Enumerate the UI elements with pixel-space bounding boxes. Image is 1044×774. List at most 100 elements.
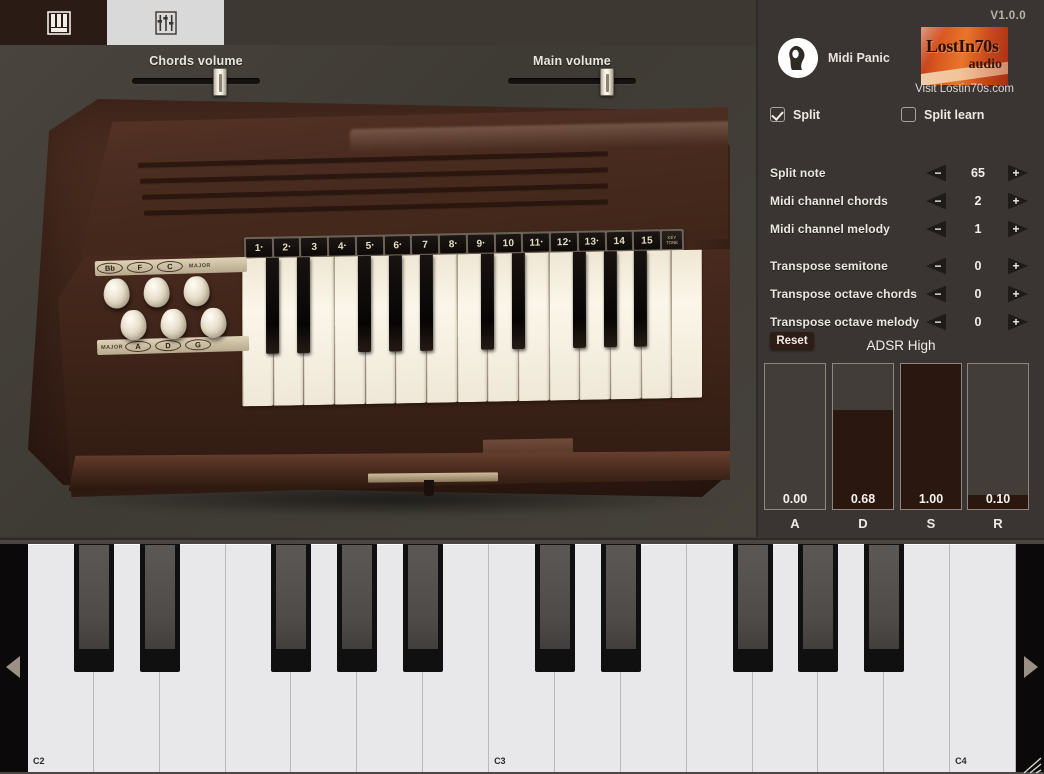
- white-key[interactable]: C4: [950, 544, 1016, 772]
- organ-tab-2[interactable]: 2 •: [273, 238, 300, 257]
- split-learn-checkbox-row[interactable]: Split learn: [901, 107, 984, 122]
- chord-knob[interactable]: [200, 307, 227, 339]
- split-learn-label: Split learn: [924, 107, 985, 122]
- resize-grip-icon[interactable]: [1022, 756, 1042, 774]
- param-decrement-button[interactable]: −: [926, 220, 946, 238]
- black-key[interactable]: [600, 544, 641, 672]
- param-decrement-button[interactable]: −: [926, 164, 946, 182]
- organ-black-key[interactable]: [511, 252, 525, 350]
- organ-tab-14[interactable]: 14: [606, 231, 633, 251]
- chord-knob[interactable]: [160, 308, 187, 340]
- tab-organ[interactable]: [0, 0, 117, 45]
- organ-black-key[interactable]: [603, 251, 617, 348]
- adsr-value: 1.00: [918, 492, 944, 506]
- organ-panel: Chords volume Main volume 1 • 2 • 3 4 • …: [0, 0, 757, 537]
- white-key-label: C4: [955, 756, 967, 766]
- param-value: 0: [974, 259, 982, 273]
- chord-button-panel: Bb F C MAJOR MAJOR A D G: [94, 256, 250, 356]
- chord-name-F: F: [126, 261, 154, 274]
- organ-tab-7[interactable]: 7: [412, 235, 439, 254]
- organ-black-key[interactable]: [480, 253, 494, 350]
- param-increment-button[interactable]: +: [1008, 285, 1028, 303]
- organ-tab-11[interactable]: 11 •: [523, 233, 550, 252]
- param-increment-button[interactable]: +: [1008, 192, 1028, 210]
- split-checkbox-row[interactable]: Split: [770, 107, 820, 122]
- organ-tab-5[interactable]: 5 •: [356, 236, 383, 256]
- chord-knob[interactable]: [103, 278, 131, 309]
- organ-black-key[interactable]: [296, 257, 310, 354]
- param-row: Midi channel melody − 1 +: [758, 218, 1044, 240]
- organ-tab-13[interactable]: 13 •: [578, 232, 605, 251]
- chord-knob[interactable]: [183, 275, 211, 307]
- logo-main-text: LostIn70s: [926, 36, 999, 56]
- black-key[interactable]: [139, 544, 180, 672]
- black-key[interactable]: [798, 544, 839, 672]
- black-key[interactable]: [732, 544, 773, 672]
- piano-keys-icon: [46, 10, 71, 35]
- param-increment-button[interactable]: +: [1008, 164, 1028, 182]
- black-key[interactable]: [337, 544, 378, 672]
- organ-tab-9[interactable]: 9 •: [467, 234, 494, 253]
- organ-tab-10[interactable]: 10: [495, 233, 522, 253]
- keyboard-scroll-left[interactable]: [0, 544, 28, 772]
- organ-tab-8[interactable]: 8 •: [439, 234, 467, 254]
- organ-black-key[interactable]: [266, 257, 280, 354]
- organ-gloss-highlight: [349, 120, 728, 154]
- organ-tab-12[interactable]: 12 •: [550, 232, 577, 252]
- organ-tab-3[interactable]: 3: [301, 237, 328, 257]
- black-key[interactable]: [403, 544, 444, 672]
- chord-name-G: G: [184, 338, 212, 351]
- param-value: 2: [974, 194, 982, 208]
- black-key[interactable]: [271, 544, 312, 672]
- adsr-slider-D[interactable]: 0.68: [832, 363, 894, 510]
- lostin70s-logo[interactable]: LostIn70s audio: [921, 27, 1008, 85]
- organ-black-key[interactable]: [633, 250, 648, 347]
- organ-tab-15[interactable]: 15: [634, 231, 661, 250]
- organ-tab-strip-end: KEY TONE: [661, 230, 683, 250]
- chords-volume-thumb[interactable]: [213, 68, 228, 96]
- chord-knob[interactable]: [120, 309, 147, 341]
- param-row: Transpose octave melody − 0 +: [758, 311, 1044, 333]
- organ-tab-4[interactable]: 4 •: [329, 237, 356, 256]
- adsr-column-A: 0.00 A: [764, 363, 826, 531]
- adsr-column-D: 0.68 D: [832, 363, 894, 531]
- param-increment-button[interactable]: +: [1008, 220, 1028, 238]
- chord-knob[interactable]: [143, 277, 171, 308]
- tab-mixer[interactable]: [107, 0, 224, 45]
- chords-volume-track[interactable]: [132, 78, 260, 84]
- param-decrement-button[interactable]: −: [926, 257, 946, 275]
- adsr-slider-S[interactable]: 1.00: [900, 363, 962, 510]
- keyboard-scroll-right[interactable]: [1016, 544, 1044, 772]
- black-key[interactable]: [534, 544, 575, 672]
- organ-tab-6[interactable]: 6 •: [384, 236, 411, 255]
- white-key-label: C2: [33, 756, 45, 766]
- split-learn-checkbox[interactable]: [901, 107, 916, 122]
- organ-tab-1[interactable]: 1 •: [245, 238, 272, 258]
- main-volume-track[interactable]: [508, 78, 636, 84]
- organ-black-key[interactable]: [572, 251, 586, 349]
- adsr-slider-A[interactable]: 0.00: [764, 363, 826, 510]
- organ-black-key[interactable]: [419, 254, 433, 352]
- split-checkbox[interactable]: [770, 107, 785, 122]
- organ-white-key[interactable]: [671, 249, 703, 399]
- adsr-title: ADSR High: [866, 338, 936, 353]
- midi-panic-icon: [778, 38, 818, 78]
- adsr-slider-R[interactable]: 0.10: [967, 363, 1029, 510]
- param-decrement-button[interactable]: −: [926, 192, 946, 210]
- black-key[interactable]: [864, 544, 905, 672]
- organ-black-key[interactable]: [358, 255, 372, 353]
- param-decrement-button[interactable]: −: [926, 313, 946, 331]
- logo-visit-link[interactable]: Visit Lostin70s.com: [900, 83, 1029, 95]
- param-label: Transpose octave chords: [770, 287, 918, 301]
- white-key-label: C3: [494, 756, 506, 766]
- param-label: Transpose octave melody: [770, 315, 920, 329]
- param-increment-button[interactable]: +: [1008, 257, 1028, 275]
- param-label: Midi channel melody: [770, 222, 890, 236]
- black-key[interactable]: [73, 544, 114, 672]
- param-decrement-button[interactable]: −: [926, 285, 946, 303]
- param-increment-button[interactable]: +: [1008, 313, 1028, 331]
- main-volume-thumb[interactable]: [599, 68, 614, 96]
- organ-black-key[interactable]: [388, 255, 402, 352]
- midi-panic-button[interactable]: Midi Panic: [778, 38, 890, 78]
- param-value: 65: [971, 166, 985, 180]
